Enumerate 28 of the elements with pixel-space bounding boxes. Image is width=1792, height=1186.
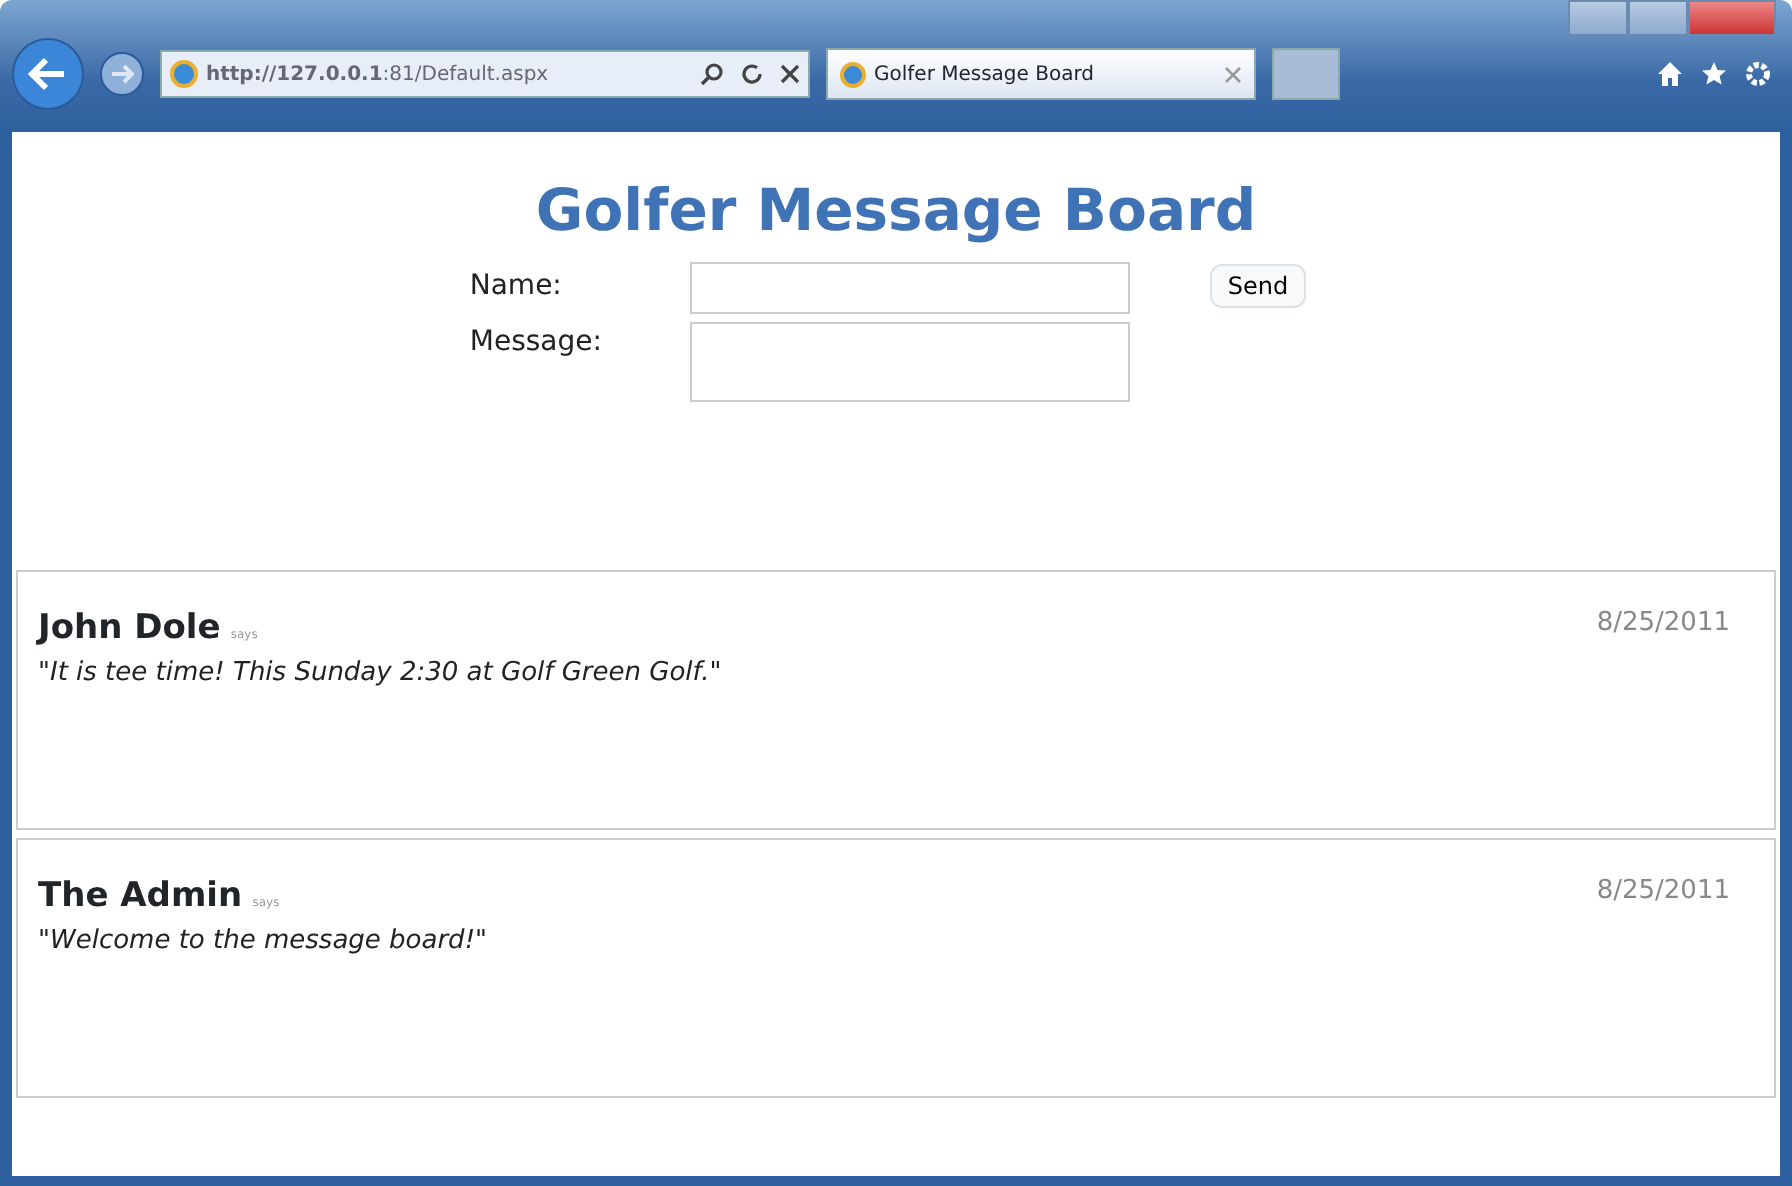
name-field[interactable] [689,261,1130,314]
forward-arrow-icon [110,64,134,84]
message-date: 8/25/2011 [1596,873,1730,910]
author-name: John Dole [38,607,221,648]
stop-icon[interactable] [780,64,800,84]
star-icon[interactable] [1700,60,1728,88]
home-icon[interactable] [1656,60,1684,88]
name-label: Name: [469,268,564,307]
globe-icon [170,60,198,88]
globe-icon [840,61,866,87]
close-tab-icon[interactable] [1224,65,1242,83]
settings-icon[interactable] [1744,60,1772,88]
search-icon[interactable] [700,62,724,86]
address-bar[interactable]: http://127.0.0.1:81/Default.aspx [160,50,810,98]
message-date: 8/25/2011 [1596,605,1730,642]
message-text: "It is tee time! This Sunday 2:30 at Golf Green Golf." [38,656,724,693]
send-button[interactable]: Send [1209,264,1307,309]
back-arrow-icon [28,56,68,92]
message-label: Message: [469,323,604,362]
author-name: The Admin [38,875,243,916]
back-button[interactable] [12,38,84,110]
browser-tab[interactable]: Golfer Message Board [826,48,1256,100]
url-text: http://127.0.0.1:81/Default.aspx [206,61,549,89]
page-title: Golfer Message Board [533,176,1259,246]
message-field[interactable] [689,321,1130,402]
refresh-icon[interactable] [740,62,764,86]
message-text: "Welcome to the message board!" [38,924,490,961]
forward-button[interactable] [100,52,144,96]
